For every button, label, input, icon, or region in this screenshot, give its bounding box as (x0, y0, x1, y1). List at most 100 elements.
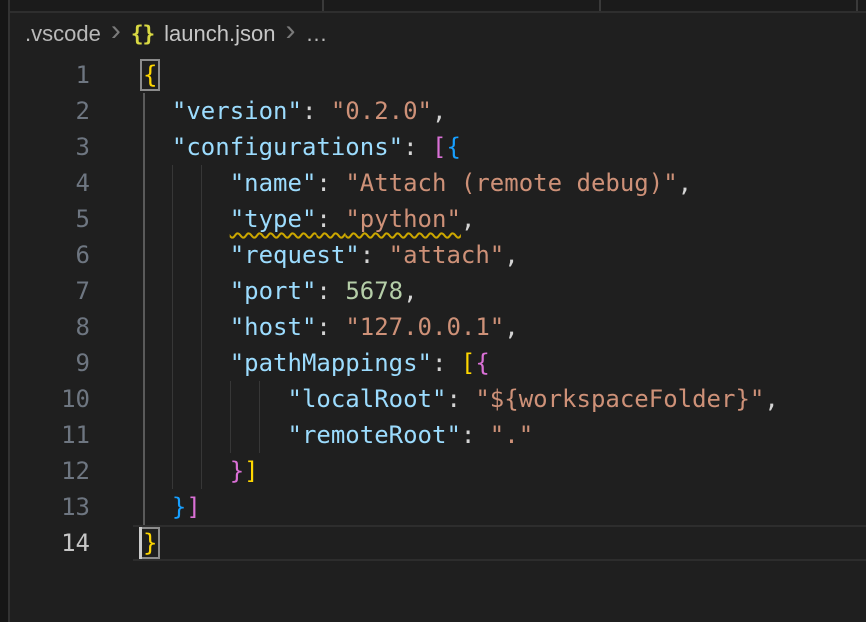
code-token: "remoteRoot" (288, 421, 461, 449)
code-line[interactable]: 13 }] (10, 489, 866, 525)
code-token: : (461, 421, 490, 449)
code-token: "port" (230, 277, 317, 305)
code-text: "port": 5678, (143, 277, 418, 305)
code-line[interactable]: 10 "localRoot": "${workspaceFolder}", (10, 381, 866, 417)
code-token (143, 493, 172, 521)
code-line[interactable]: 14} (10, 525, 866, 561)
code-line-content[interactable]: "localRoot": "${workspaceFolder}", (133, 381, 866, 417)
line-number[interactable]: 10 (10, 381, 133, 417)
code-token: "version" (172, 97, 302, 125)
code-text: { (143, 61, 157, 89)
chevron-right-icon: › (111, 21, 121, 41)
code-token: { (446, 133, 460, 161)
line-number[interactable]: 11 (10, 417, 133, 453)
code-line-content[interactable]: "port": 5678, (133, 273, 866, 309)
code-token (143, 385, 288, 413)
line-number[interactable]: 9 (10, 345, 133, 381)
code-line[interactable]: 6 "request": "attach", (10, 237, 866, 273)
code-text: }] (143, 493, 201, 521)
code-line-content[interactable]: "pathMappings": [{ (133, 345, 866, 381)
tab-separator (856, 0, 858, 11)
code-token: , (764, 385, 778, 413)
line-number[interactable]: 1 (10, 57, 133, 93)
code-line[interactable]: 4 "name": "Attach (remote debug)", (10, 165, 866, 201)
window-left-edge (0, 0, 10, 622)
code-token: "attach" (389, 241, 505, 269)
breadcrumb-item-file[interactable]: launch.json (164, 21, 275, 47)
warning-underlined-token: : (316, 205, 345, 233)
code-token: [ (461, 349, 475, 377)
code-line-content[interactable]: "type": "python", (133, 201, 866, 237)
code-line[interactable]: 2 "version": "0.2.0", (10, 93, 866, 129)
warning-underlined-token: "type" (230, 205, 317, 233)
tab-separator (599, 0, 601, 11)
code-token: "name" (230, 169, 317, 197)
code-line[interactable]: 11 "remoteRoot": "." (10, 417, 866, 453)
line-number[interactable]: 14 (10, 525, 133, 561)
code-line[interactable]: 9 "pathMappings": [{ (10, 345, 866, 381)
code-line-content[interactable]: "host": "127.0.0.1", (133, 309, 866, 345)
code-line[interactable]: 12 }] (10, 453, 866, 489)
matched-bracket: { (143, 61, 157, 89)
code-token: } (172, 493, 186, 521)
code-token: "localRoot" (288, 385, 447, 413)
code-line-content[interactable]: "request": "attach", (133, 237, 866, 273)
code-token (143, 169, 230, 197)
code-token: , (461, 205, 475, 233)
code-line[interactable]: 5 "type": "python", (10, 201, 866, 237)
line-number[interactable]: 3 (10, 129, 133, 165)
code-text: "remoteRoot": "." (143, 421, 533, 449)
code-token: , (432, 97, 446, 125)
code-token (143, 133, 172, 161)
vscode-editor-window: .vscode › {} launch.json › … 1{2 "versio… (0, 0, 866, 622)
code-line-content[interactable]: }] (133, 453, 866, 489)
breadcrumb-item-folder[interactable]: .vscode (25, 21, 101, 47)
json-file-icon: {} (131, 22, 154, 46)
code-token: "request" (230, 241, 360, 269)
line-number[interactable]: 8 (10, 309, 133, 345)
code-token (143, 205, 230, 233)
code-token: } (230, 457, 244, 485)
code-line[interactable]: 8 "host": "127.0.0.1", (10, 309, 866, 345)
code-line-content[interactable]: "version": "0.2.0", (133, 93, 866, 129)
line-number[interactable]: 2 (10, 93, 133, 129)
code-token: , (504, 313, 518, 341)
breadcrumb-item-symbols[interactable]: … (305, 21, 327, 47)
code-text: "type": "python", (143, 205, 475, 233)
code-line-content[interactable]: { (133, 57, 866, 93)
code-token: ] (244, 457, 258, 485)
code-token (143, 349, 230, 377)
code-token: : (316, 277, 345, 305)
code-text: "configurations": [{ (143, 133, 461, 161)
code-text: "localRoot": "${workspaceFolder}", (143, 385, 779, 413)
code-token: , (504, 241, 518, 269)
code-line-content[interactable]: "remoteRoot": "." (133, 417, 866, 453)
line-number[interactable]: 12 (10, 453, 133, 489)
code-token: : (316, 169, 345, 197)
code-editor[interactable]: 1{2 "version": "0.2.0",3 "configurations… (10, 57, 866, 561)
line-number[interactable]: 7 (10, 273, 133, 309)
code-line[interactable]: 7 "port": 5678, (10, 273, 866, 309)
code-line-content[interactable]: "configurations": [{ (133, 129, 866, 165)
code-line-content[interactable]: } (133, 525, 866, 561)
code-line[interactable]: 3 "configurations": [{ (10, 129, 866, 165)
code-token (143, 97, 172, 125)
code-line-content[interactable]: }] (133, 489, 866, 525)
code-text: "name": "Attach (remote debug)", (143, 169, 692, 197)
line-number[interactable]: 5 (10, 201, 133, 237)
text-cursor (139, 527, 142, 559)
code-token: { (475, 349, 489, 377)
code-token: "Attach (remote debug)" (345, 169, 677, 197)
code-line-content[interactable]: "name": "Attach (remote debug)", (133, 165, 866, 201)
line-number[interactable]: 6 (10, 237, 133, 273)
warning-underlined-token: "python" (345, 205, 461, 233)
code-token: : (360, 241, 389, 269)
code-token: "." (490, 421, 533, 449)
code-token: : (316, 313, 345, 341)
code-token (143, 241, 230, 269)
line-number[interactable]: 13 (10, 489, 133, 525)
line-number[interactable]: 4 (10, 165, 133, 201)
code-token: "${workspaceFolder}" (475, 385, 764, 413)
code-text: "pathMappings": [{ (143, 349, 490, 377)
code-line[interactable]: 1{ (10, 57, 866, 93)
